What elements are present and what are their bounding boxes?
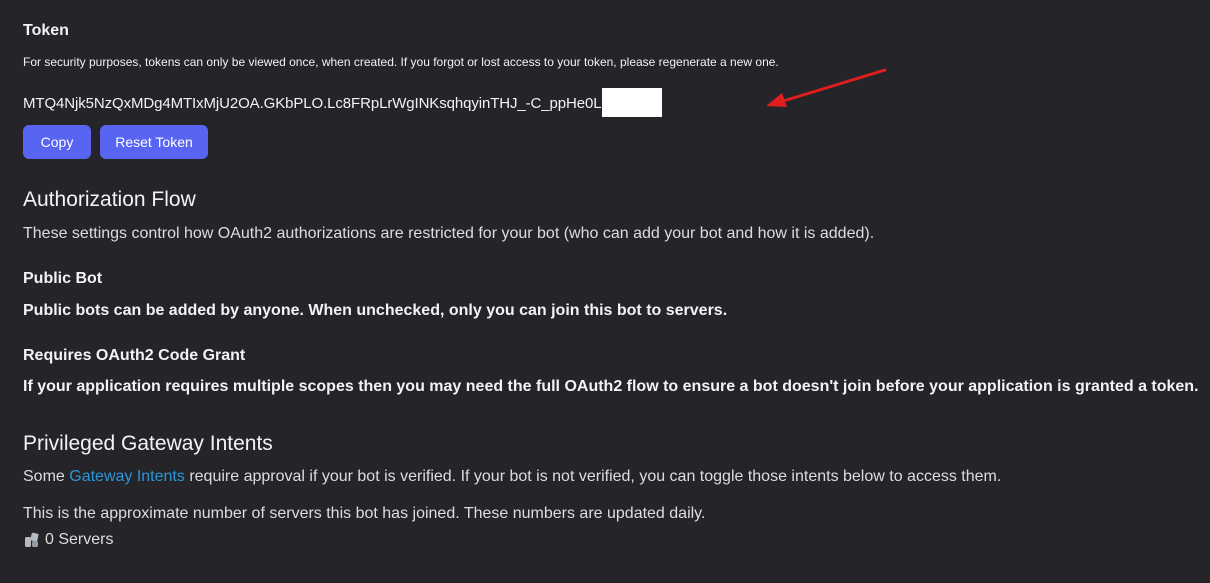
token-description: For security purposes, tokens can only b…	[23, 55, 779, 69]
gateway-intents-link[interactable]: Gateway Intents	[69, 468, 185, 485]
servers-count: 0 Servers	[45, 531, 114, 548]
code-grant-description: If your application requires multiple sc…	[23, 378, 1199, 395]
intents-desc-suffix: require approval if your bot is verified…	[184, 468, 1002, 485]
token-actions: Copy Reset Token	[23, 125, 208, 159]
token-redaction-box	[602, 88, 663, 117]
bot-settings-page: Token For security purposes, tokens can …	[0, 0, 1210, 583]
copy-button[interactable]: Copy	[23, 125, 91, 159]
privileged-intents-heading: Privileged Gateway Intents	[23, 432, 273, 455]
red-arrow-annotation	[766, 68, 887, 107]
token-row: MTQ4Njk5NzQxMDg4MTIxMjU2OA.GKbPLO.Lc8FRp…	[23, 88, 663, 117]
servers-icon	[25, 532, 39, 547]
public-bot-description: Public bots can be added by anyone. When…	[23, 302, 728, 319]
authorization-flow-heading: Authorization Flow	[23, 188, 196, 211]
intents-desc-prefix: Some	[23, 468, 70, 485]
code-grant-title: Requires OAuth2 Code Grant	[23, 347, 246, 364]
token-title: Token	[23, 22, 69, 39]
reset-token-button[interactable]: Reset Token	[100, 125, 208, 159]
servers-description: This is the approximate number of server…	[23, 505, 706, 522]
authorization-flow-description: These settings control how OAuth2 author…	[23, 225, 875, 242]
servers-count-row: 0 Servers	[23, 531, 113, 549]
public-bot-title: Public Bot	[23, 270, 103, 287]
token-value[interactable]: MTQ4Njk5NzQxMDg4MTIxMjU2OA.GKbPLO.Lc8FRp…	[23, 95, 602, 112]
privileged-intents-description: Some Gateway Intents require approval if…	[23, 468, 1001, 486]
